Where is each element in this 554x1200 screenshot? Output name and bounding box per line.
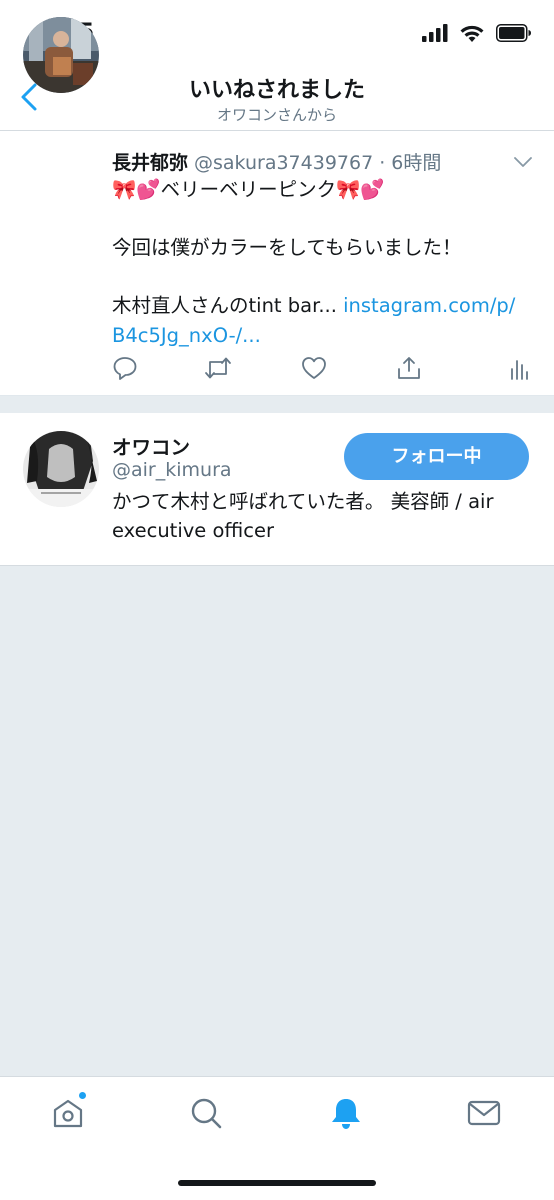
- status-icons: [421, 22, 532, 46]
- ribbon-heart-emoji-end: 🎀💕: [336, 178, 385, 201]
- ribbon-heart-emoji: 🎀💕: [112, 178, 161, 201]
- tweet-line-3-text: 木村直人さんのtint bar...: [112, 294, 344, 317]
- chevron-down-icon: [514, 157, 532, 167]
- reply-icon: [113, 357, 137, 380]
- tab-search[interactable]: [188, 1095, 228, 1135]
- heart-icon: [302, 357, 326, 379]
- liked-tweet[interactable]: 長井郁弥 @sakura37439767 · 6時間 🎀💕ベリーベリーピンク🎀💕 …: [0, 17, 554, 395]
- tweet-line-2: 今回は僕がカラーをしてもらいました！: [112, 236, 462, 259]
- bell-icon: [332, 1099, 360, 1129]
- home-notification-dot: [78, 1091, 87, 1100]
- tab-notifications[interactable]: [328, 1095, 368, 1135]
- following-button[interactable]: フォロー中: [344, 433, 529, 480]
- analytics-button[interactable]: [506, 355, 534, 383]
- tweet-line-4: B4c5Jg_nxO-/...: [112, 321, 538, 351]
- tweet-actions: [112, 355, 532, 385]
- retweet-button[interactable]: [204, 355, 232, 383]
- tweet-header: 長井郁弥 @sakura37439767 · 6時間: [112, 148, 441, 175]
- home-icon: [53, 1099, 83, 1128]
- share-button[interactable]: [396, 355, 424, 383]
- tweet-author-meta: @sakura37439767 · 6時間: [194, 152, 442, 174]
- tweet-link[interactable]: instagram.com/p/: [343, 294, 515, 317]
- reply-button[interactable]: [112, 355, 140, 383]
- section-divider: [0, 395, 554, 413]
- share-icon: [398, 357, 420, 379]
- analytics-icon: [511, 360, 528, 380]
- tweet-author-avatar[interactable]: [23, 17, 99, 93]
- tab-home[interactable]: [50, 1095, 90, 1135]
- avatar-photo: [23, 17, 99, 93]
- user-bio: かつて木村と呼ばれていた者。 美容師 / air executive offic…: [112, 487, 532, 545]
- tweet-line-3: 木村直人さんのtint bar... instagram.com/p/: [112, 291, 538, 321]
- tweet-link-continued[interactable]: B4c5Jg_nxO-/...: [112, 324, 261, 347]
- battery-icon: [496, 23, 531, 42]
- wifi-icon: [460, 25, 484, 42]
- tweet-text: 🎀💕ベリーベリーピンク🎀💕 今回は僕がカラーをしてもらいました！ 木村直人さんの…: [112, 175, 538, 351]
- user-bio-line-1: かつて木村と呼ばれていた者。 美容師 / air: [112, 490, 494, 513]
- tweet-menu-button[interactable]: [514, 153, 532, 167]
- signal-icon: [421, 23, 448, 42]
- user-card[interactable]: オワコン @air_kimura フォロー中 かつて木村と呼ばれていた者。 美容…: [0, 413, 554, 566]
- user-bio-line-2: executive officer: [112, 519, 274, 542]
- mail-icon: [467, 1100, 501, 1126]
- tweet-line-1: 🎀💕ベリーベリーピンク🎀💕: [112, 175, 538, 205]
- tweet-line-1-text: ベリーベリーピンク: [160, 178, 337, 201]
- page-subtitle: オワコンさんから: [216, 106, 337, 124]
- search-icon: [191, 1098, 222, 1129]
- user-avatar-photo: [23, 431, 99, 507]
- tab-messages[interactable]: [466, 1095, 506, 1135]
- like-button[interactable]: [301, 355, 329, 383]
- user-avatar[interactable]: [23, 431, 99, 507]
- tweet-author-name[interactable]: 長井郁弥: [112, 152, 188, 174]
- retweet-icon: [205, 357, 231, 379]
- user-handle: @air_kimura: [112, 459, 232, 481]
- home-indicator[interactable]: [178, 1180, 376, 1186]
- user-name[interactable]: オワコン: [112, 431, 190, 460]
